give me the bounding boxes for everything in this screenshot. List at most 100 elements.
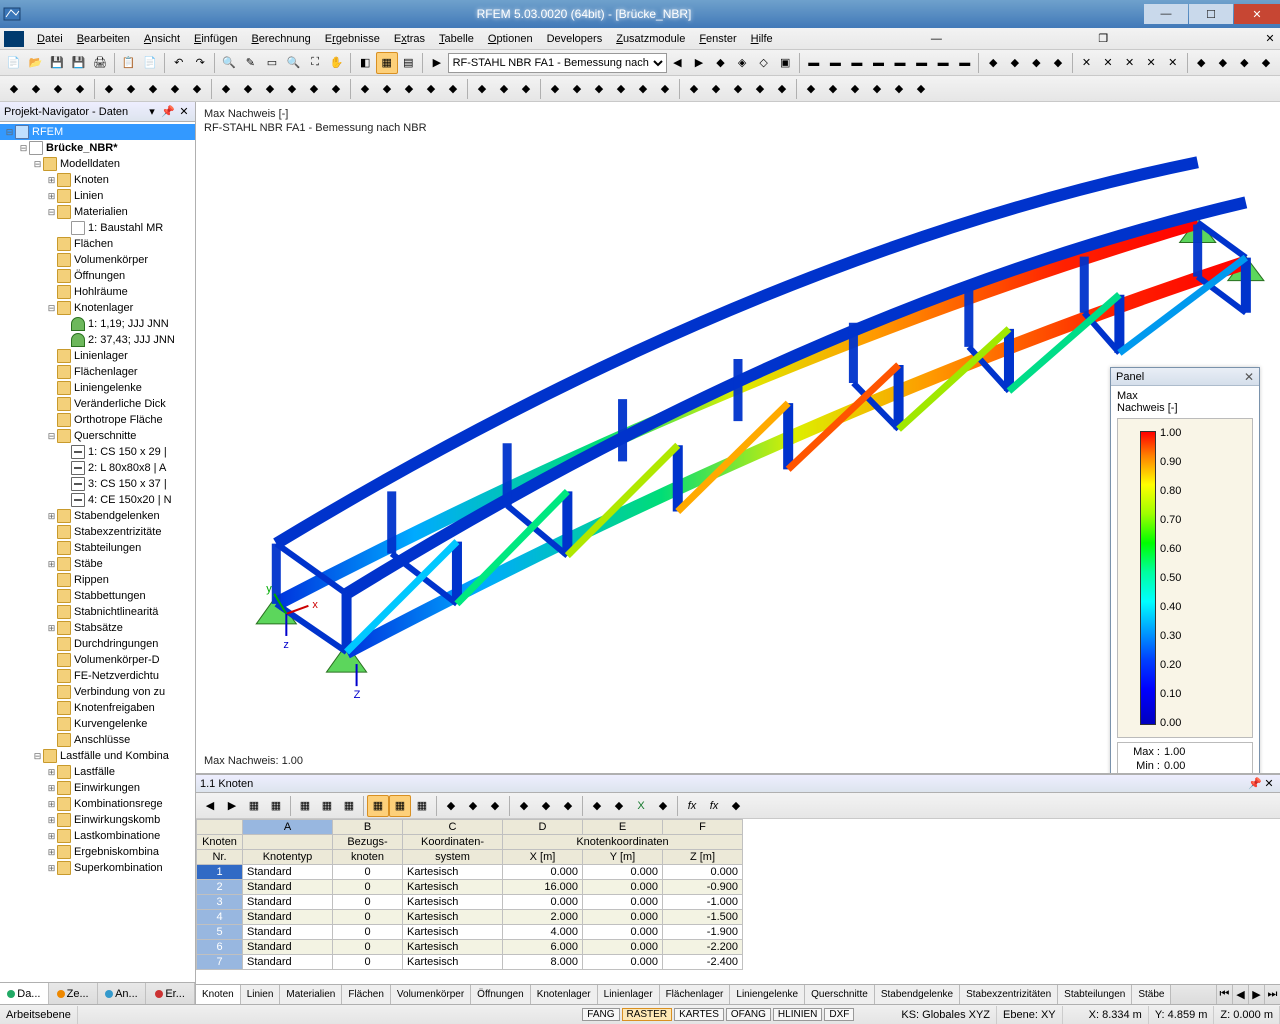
r6-icon[interactable]: ▬ [825, 52, 847, 74]
paste-icon[interactable]: 📄 [139, 52, 161, 74]
result4-icon[interactable]: ▣ [774, 52, 796, 74]
r15-icon[interactable]: ◆ [1026, 52, 1048, 74]
r16-icon[interactable]: ◆ [1047, 52, 1069, 74]
r19-icon[interactable]: ✕ [1119, 52, 1141, 74]
tree-node[interactable]: Knotenfreigaben [0, 700, 195, 716]
r10-icon[interactable]: ▬ [911, 52, 933, 74]
t2-22-icon[interactable]: ◆ [493, 78, 515, 100]
color-panel[interactable]: Panel✕ MaxNachweis [-] 1.000.900.800.700… [1110, 367, 1260, 774]
t2-39-icon[interactable]: ◆ [888, 78, 910, 100]
menu-fenster[interactable]: Fenster [692, 29, 743, 49]
saveall-icon[interactable]: 💾 [68, 52, 90, 74]
tree-node[interactable]: 3: CS 150 x 37 | [0, 476, 195, 492]
prev-icon[interactable]: ◀ [667, 52, 689, 74]
dt-01-icon[interactable]: ◀ [199, 795, 221, 817]
tree-node[interactable]: ⊞Einwirkungskomb [0, 812, 195, 828]
tree-node[interactable]: ⊟Brücke_NBR* [0, 140, 195, 156]
menu-optionen[interactable]: Optionen [481, 29, 540, 49]
t2-31-icon[interactable]: ◆ [705, 78, 727, 100]
r17-icon[interactable]: ✕ [1076, 52, 1098, 74]
mdi-minimize-button[interactable]: — [928, 31, 944, 47]
nav-tab-ansichten[interactable]: An... [98, 983, 147, 1004]
t2-24-icon[interactable]: ◆ [544, 78, 566, 100]
t2-10-icon[interactable]: ◆ [215, 78, 237, 100]
t2-01-icon[interactable]: ◆ [3, 78, 25, 100]
dt-fx-icon[interactable]: fx [681, 795, 703, 817]
data-panel-close-button[interactable]: ✕ [1262, 777, 1276, 790]
data-tab[interactable]: Stabexzentrizitäten [960, 985, 1058, 1004]
t2-17-icon[interactable]: ◆ [376, 78, 398, 100]
data-tab[interactable]: Öffnungen [471, 985, 531, 1004]
data-tab[interactable]: Knotenlager [531, 985, 598, 1004]
t2-21-icon[interactable]: ◆ [471, 78, 493, 100]
tree-node[interactable]: Anschlüsse [0, 732, 195, 748]
dt-10-icon[interactable]: ▦ [411, 795, 433, 817]
t2-05-icon[interactable]: ◆ [98, 78, 120, 100]
status-toggle[interactable]: KARTES [674, 1008, 724, 1021]
save-icon[interactable]: 💾 [46, 52, 68, 74]
dt-18-icon[interactable]: ◆ [608, 795, 630, 817]
tree-node[interactable]: Flächenlager [0, 364, 195, 380]
pan-icon[interactable]: ✋ [326, 52, 348, 74]
t2-03-icon[interactable]: ◆ [47, 78, 69, 100]
panel-close-button[interactable]: ✕ [1244, 370, 1254, 384]
dt-15-icon[interactable]: ◆ [535, 795, 557, 817]
t2-26-icon[interactable]: ◆ [588, 78, 610, 100]
dt-fx2-icon[interactable]: fx [703, 795, 725, 817]
tree-node[interactable]: ⊟Materialien [0, 204, 195, 220]
close-button[interactable]: ✕ [1234, 4, 1280, 24]
tree-node[interactable]: Hohlräume [0, 284, 195, 300]
tree-node[interactable]: Verbindung von zu [0, 684, 195, 700]
t2-13-icon[interactable]: ◆ [281, 78, 303, 100]
data-tab[interactable]: Flächenlager [660, 985, 731, 1004]
r12-icon[interactable]: ▬ [954, 52, 976, 74]
select-icon[interactable]: ▭ [261, 52, 283, 74]
dt-11-icon[interactable]: ◆ [440, 795, 462, 817]
t2-11-icon[interactable]: ◆ [237, 78, 259, 100]
t2-36-icon[interactable]: ◆ [822, 78, 844, 100]
t2-29-icon[interactable]: ◆ [654, 78, 676, 100]
r5-icon[interactable]: ▬ [803, 52, 825, 74]
t2-06-icon[interactable]: ◆ [120, 78, 142, 100]
navigator-close-button[interactable]: ✕ [177, 105, 191, 119]
menu-berechnung[interactable]: Berechnung [244, 29, 317, 49]
tree-node[interactable]: Stabteilungen [0, 540, 195, 556]
new-icon[interactable]: 📄 [3, 52, 25, 74]
tree-node[interactable]: 1: Baustahl MR [0, 220, 195, 236]
data-tab[interactable]: Flächen [342, 985, 391, 1004]
tree-node[interactable]: ⊞Superkombination [0, 860, 195, 876]
data-tab[interactable]: Linienlager [598, 985, 660, 1004]
viewport[interactable]: Max Nachweis [-] RF-STAHL NBR FA1 - Beme… [196, 102, 1280, 774]
data-tab[interactable]: Liniengelenke [730, 985, 805, 1004]
tree-node[interactable]: Rippen [0, 572, 195, 588]
data-panel-pin-button[interactable]: 📌 [1248, 777, 1262, 790]
menu-datei[interactable]: Datei [30, 29, 70, 49]
result2-icon[interactable]: ◈ [731, 52, 753, 74]
tree-node[interactable]: ⊞Kombinationsrege [0, 796, 195, 812]
tree-node[interactable]: 2: 37,43; JJJ JNN [0, 332, 195, 348]
t2-15-icon[interactable]: ◆ [325, 78, 347, 100]
data-tab[interactable]: Querschnitte [805, 985, 875, 1004]
r20-icon[interactable]: ✕ [1140, 52, 1162, 74]
dt-03-icon[interactable]: ▦ [243, 795, 265, 817]
tree-node[interactable]: Stabbettungen [0, 588, 195, 604]
menu-hilfe[interactable]: Hilfe [744, 29, 780, 49]
dt-09-icon[interactable]: ▦ [389, 795, 411, 817]
t2-38-icon[interactable]: ◆ [866, 78, 888, 100]
menu-einfuegen[interactable]: Einfügen [187, 29, 244, 49]
open-icon[interactable]: 📂 [25, 52, 47, 74]
t2-27-icon[interactable]: ◆ [610, 78, 632, 100]
tree-node[interactable]: ⊞Knoten [0, 172, 195, 188]
t2-16-icon[interactable]: ◆ [354, 78, 376, 100]
t2-32-icon[interactable]: ◆ [727, 78, 749, 100]
r25-icon[interactable]: ◆ [1255, 52, 1277, 74]
nav-tab-daten[interactable]: Da... [0, 983, 49, 1004]
r18-icon[interactable]: ✕ [1097, 52, 1119, 74]
tree-node[interactable]: ⊞Stäbe [0, 556, 195, 572]
t2-28-icon[interactable]: ◆ [632, 78, 654, 100]
r8-icon[interactable]: ▬ [868, 52, 890, 74]
dt-17-icon[interactable]: ◆ [586, 795, 608, 817]
view2-icon[interactable]: ▦ [376, 52, 398, 74]
minimize-button[interactable]: — [1144, 4, 1188, 24]
r21-icon[interactable]: ✕ [1162, 52, 1184, 74]
